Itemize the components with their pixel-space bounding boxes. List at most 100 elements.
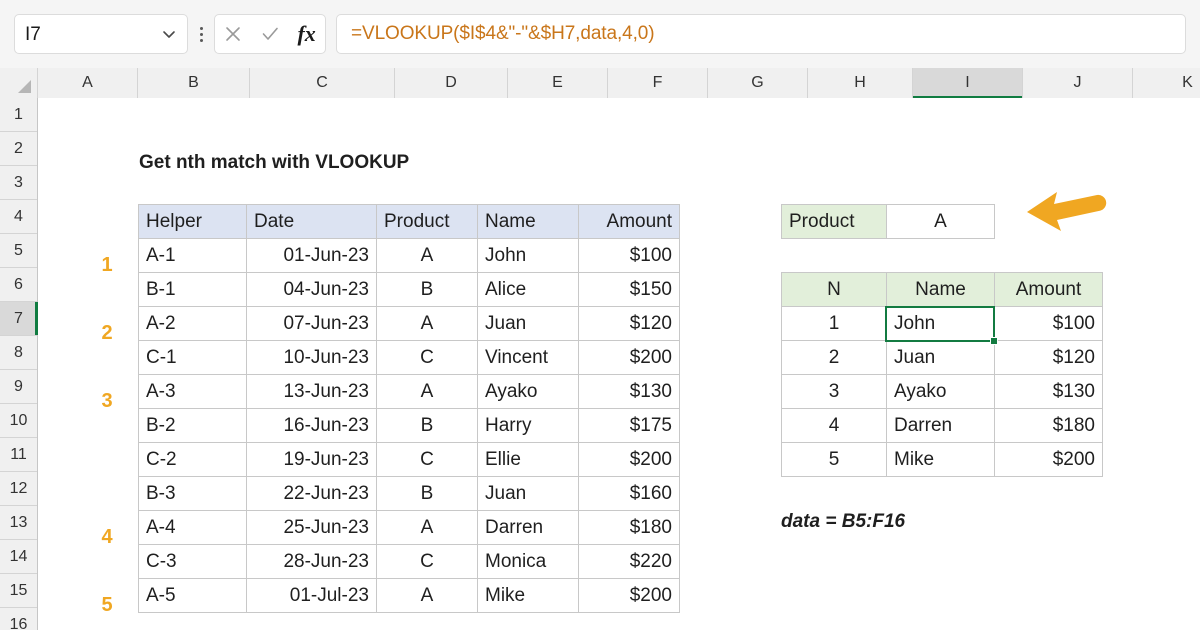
cell-amount[interactable]: $120 — [995, 341, 1103, 375]
cell-date[interactable]: 13-Jun-23 — [247, 375, 377, 409]
cell-date[interactable]: 01-Jun-23 — [247, 239, 377, 273]
cell-name[interactable]: Mike — [887, 443, 995, 477]
cell-helper[interactable]: C-2 — [139, 443, 247, 477]
cell-date[interactable]: 07-Jun-23 — [247, 307, 377, 341]
list-item[interactable]: 4Darren$180 — [782, 409, 1103, 443]
table-row[interactable]: C-110-Jun-23CVincent$200 — [139, 341, 680, 375]
column-header-b[interactable]: B — [138, 68, 250, 98]
row-header-13[interactable]: 13 — [0, 506, 37, 540]
table-row[interactable]: B-322-Jun-23BJuan$160 — [139, 477, 680, 511]
cell-amount[interactable]: $200 — [579, 579, 680, 613]
cell-product[interactable]: A — [377, 239, 478, 273]
cell-name[interactable]: Ayako — [887, 375, 995, 409]
cell-amount[interactable]: $200 — [579, 443, 680, 477]
main-data-table[interactable]: HelperDateProductNameAmount A-101-Jun-23… — [138, 204, 680, 613]
cell-helper[interactable]: A-5 — [139, 579, 247, 613]
product-value-cell[interactable]: A — [887, 205, 995, 239]
cell-helper[interactable]: A-2 — [139, 307, 247, 341]
column-header-g[interactable]: G — [708, 68, 808, 98]
cell-helper[interactable]: A-1 — [139, 239, 247, 273]
cell-product[interactable]: A — [377, 511, 478, 545]
cell-amount[interactable]: $220 — [579, 545, 680, 579]
cell-amount[interactable]: $130 — [995, 375, 1103, 409]
cell-product[interactable]: B — [377, 273, 478, 307]
cell-name[interactable]: Juan — [887, 341, 995, 375]
cell-amount[interactable]: $200 — [579, 341, 680, 375]
cell-n[interactable]: 4 — [782, 409, 887, 443]
cell-helper[interactable]: A-4 — [139, 511, 247, 545]
column-header-a[interactable]: A — [38, 68, 138, 98]
list-item[interactable]: 1John$100 — [782, 307, 1103, 341]
chevron-down-icon[interactable] — [161, 26, 177, 42]
cell-name[interactable]: Monica — [478, 545, 579, 579]
cell-product[interactable]: A — [377, 375, 478, 409]
cell-helper[interactable]: B-1 — [139, 273, 247, 307]
name-box[interactable]: I7 — [14, 14, 188, 54]
cell-n[interactable]: 2 — [782, 341, 887, 375]
table-row[interactable]: B-216-Jun-23BHarry$175 — [139, 409, 680, 443]
cell-amount[interactable]: $180 — [995, 409, 1103, 443]
cell-amount[interactable]: $160 — [579, 477, 680, 511]
worksheet-grid[interactable]: Get nth match with VLOOKUP 1 2 3 4 5 Hel… — [39, 98, 1200, 630]
row-header-1[interactable]: 1 — [0, 98, 37, 132]
row-header-14[interactable]: 14 — [0, 540, 37, 574]
cell-name[interactable]: Vincent — [478, 341, 579, 375]
cell-name[interactable]: Juan — [478, 307, 579, 341]
cell-name[interactable]: Juan — [478, 477, 579, 511]
column-header-f[interactable]: F — [608, 68, 708, 98]
product-input-table[interactable]: Product A — [781, 204, 995, 239]
cell-amount[interactable]: $180 — [579, 511, 680, 545]
cell-product[interactable]: C — [377, 341, 478, 375]
cell-date[interactable]: 16-Jun-23 — [247, 409, 377, 443]
fx-icon[interactable]: fx — [292, 20, 322, 48]
table-row[interactable]: A-501-Jul-23AMike$200 — [139, 579, 680, 613]
row-header-3[interactable]: 3 — [0, 166, 37, 200]
cell-name[interactable]: John — [478, 239, 579, 273]
check-icon[interactable] — [255, 20, 285, 48]
row-header-9[interactable]: 9 — [0, 370, 37, 404]
cell-name[interactable]: Ayako — [478, 375, 579, 409]
table-row[interactable]: C-219-Jun-23CEllie$200 — [139, 443, 680, 477]
cell-name[interactable]: John — [887, 307, 995, 341]
list-item[interactable]: 2Juan$120 — [782, 341, 1103, 375]
list-item[interactable]: 5Mike$200 — [782, 443, 1103, 477]
cell-name[interactable]: Darren — [478, 511, 579, 545]
cell-name[interactable]: Darren — [887, 409, 995, 443]
row-header-6[interactable]: 6 — [0, 268, 37, 302]
row-header-5[interactable]: 5 — [0, 234, 37, 268]
cell-name[interactable]: Harry — [478, 409, 579, 443]
row-header-4[interactable]: 4 — [0, 200, 37, 234]
column-header-h[interactable]: H — [808, 68, 913, 98]
formula-input[interactable]: =VLOOKUP($I$4&"-"&$H7,data,4,0) — [336, 14, 1186, 54]
cell-date[interactable]: 28-Jun-23 — [247, 545, 377, 579]
close-icon[interactable] — [218, 20, 248, 48]
cell-date[interactable]: 22-Jun-23 — [247, 477, 377, 511]
cell-amount[interactable]: $130 — [579, 375, 680, 409]
table-row[interactable]: A-425-Jun-23ADarren$180 — [139, 511, 680, 545]
table-row[interactable]: B-104-Jun-23BAlice$150 — [139, 273, 680, 307]
table-row[interactable]: A-101-Jun-23AJohn$100 — [139, 239, 680, 273]
column-header-i[interactable]: I — [913, 68, 1023, 98]
cell-product[interactable]: C — [377, 545, 478, 579]
cell-helper[interactable]: B-3 — [139, 477, 247, 511]
cell-helper[interactable]: C-3 — [139, 545, 247, 579]
cell-helper[interactable]: B-2 — [139, 409, 247, 443]
list-item[interactable]: 3Ayako$130 — [782, 375, 1103, 409]
cell-date[interactable]: 10-Jun-23 — [247, 341, 377, 375]
table-row[interactable]: A-207-Jun-23AJuan$120 — [139, 307, 680, 341]
cell-date[interactable]: 04-Jun-23 — [247, 273, 377, 307]
cell-date[interactable]: 01-Jul-23 — [247, 579, 377, 613]
column-header-d[interactable]: D — [395, 68, 508, 98]
row-header-15[interactable]: 15 — [0, 574, 37, 608]
cell-n[interactable]: 5 — [782, 443, 887, 477]
table-row[interactable]: A-313-Jun-23AAyako$130 — [139, 375, 680, 409]
select-all-corner[interactable] — [0, 68, 38, 98]
row-header-7[interactable]: 7 — [0, 302, 37, 336]
fill-handle[interactable] — [990, 337, 998, 345]
cell-amount[interactable]: $175 — [579, 409, 680, 443]
row-header-11[interactable]: 11 — [0, 438, 37, 472]
result-table[interactable]: NNameAmount 1John$1002Juan$1203Ayako$130… — [781, 272, 1103, 477]
column-header-c[interactable]: C — [250, 68, 395, 98]
cell-product[interactable]: C — [377, 443, 478, 477]
cell-amount[interactable]: $200 — [995, 443, 1103, 477]
